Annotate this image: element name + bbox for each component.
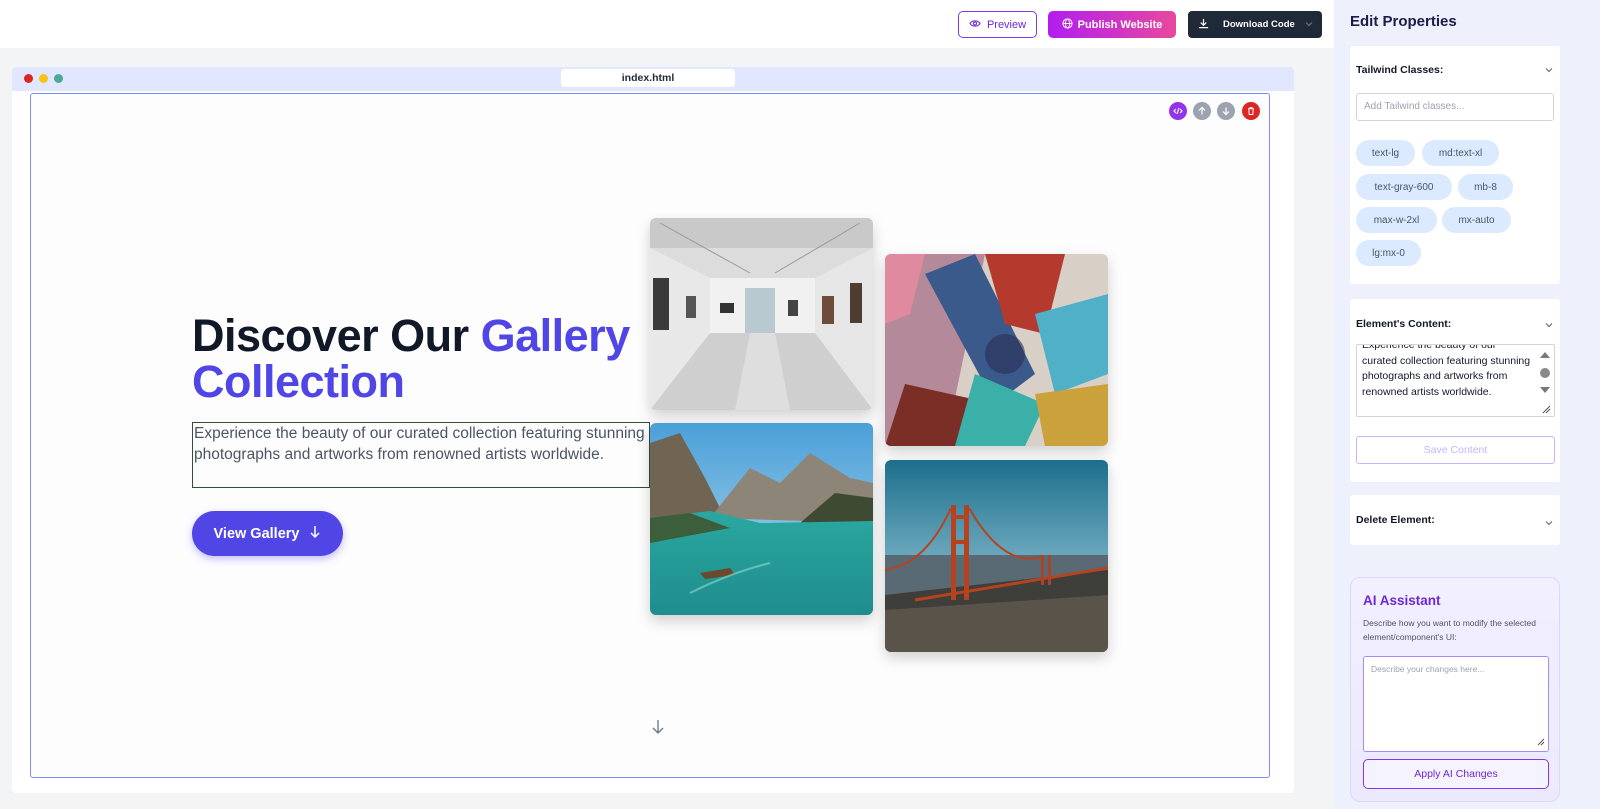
chevron-down-icon[interactable] xyxy=(1544,62,1554,80)
properties-panel: Edit Properties Tailwind Classes: Add Ta… xyxy=(1334,0,1600,809)
element-content-textarea[interactable]: Experience the beauty of our curated col… xyxy=(1356,344,1555,417)
tailwind-classes-heading: Tailwind Classes: xyxy=(1356,64,1444,76)
class-chip[interactable]: text-gray-600 xyxy=(1356,174,1452,200)
window-minimize-dot xyxy=(39,74,48,83)
save-content-button[interactable]: Save Content xyxy=(1356,436,1555,464)
ai-input-placeholder: Describe your changes here... xyxy=(1371,664,1485,674)
hero-title-main: Discover Our xyxy=(192,310,481,361)
element-content-card: Element's Content: Experience the beauty… xyxy=(1350,299,1560,482)
gallery-interior-image xyxy=(650,218,873,410)
window-close-dot xyxy=(24,74,33,83)
tailwind-class-input[interactable]: Add Tailwind classes... xyxy=(1356,93,1554,121)
ai-changes-textarea[interactable]: Describe your changes here... xyxy=(1363,656,1549,752)
ai-assistant-description: Describe how you want to modify the sele… xyxy=(1363,618,1536,642)
publish-website-button[interactable]: Publish Website xyxy=(1048,11,1176,38)
trash-icon[interactable] xyxy=(1242,102,1260,120)
tailwind-classes-card: Tailwind Classes: Add Tailwind classes..… xyxy=(1350,46,1560,284)
element-content-heading: Element's Content: xyxy=(1356,318,1452,330)
class-chip[interactable]: max-w-2xl xyxy=(1356,207,1437,233)
scrollbar[interactable] xyxy=(1538,349,1552,416)
window-maximize-dot xyxy=(54,74,63,83)
preview-button[interactable]: Preview xyxy=(958,11,1037,38)
ai-assistant-title: AI Assistant xyxy=(1363,593,1441,608)
browser-bar: index.html xyxy=(12,67,1294,91)
panel-title: Edit Properties xyxy=(1350,13,1457,30)
apply-ai-changes-button[interactable]: Apply AI Changes xyxy=(1363,759,1549,789)
paint-brushes-image xyxy=(885,254,1108,446)
delete-element-card: Delete Element: xyxy=(1350,495,1560,545)
element-content-text: Experience the beauty of our curated col… xyxy=(1362,344,1531,398)
globe-icon xyxy=(1062,17,1073,32)
file-tab[interactable]: index.html xyxy=(561,69,735,87)
delete-element-heading: Delete Element: xyxy=(1356,514,1435,526)
class-chip[interactable]: lg:mx-0 xyxy=(1356,240,1421,266)
chevron-down-icon[interactable] xyxy=(1544,515,1554,533)
hero-description[interactable]: Experience the beauty of our curated col… xyxy=(192,422,650,488)
download-code-button[interactable]: Download Code xyxy=(1188,11,1322,38)
golden-gate-bridge-image xyxy=(885,460,1108,652)
chevron-down-icon[interactable] xyxy=(1544,317,1554,335)
class-chip[interactable]: mb-8 xyxy=(1458,174,1513,200)
top-toolbar: Preview Publish Website Download Code xyxy=(0,0,1334,48)
view-gallery-label: View Gallery xyxy=(213,525,300,542)
preview-label: Preview xyxy=(986,18,1027,31)
publish-label: Publish Website xyxy=(1077,18,1163,31)
chevron-down-icon[interactable] xyxy=(1304,19,1314,32)
code-icon[interactable] xyxy=(1169,102,1187,120)
eye-icon xyxy=(969,19,981,31)
arrow-up-icon[interactable] xyxy=(1193,102,1211,120)
class-chip[interactable]: mx-auto xyxy=(1442,207,1511,233)
arrow-down-icon[interactable] xyxy=(651,719,665,740)
class-chip[interactable]: md:text-xl xyxy=(1422,140,1499,166)
download-label: Download Code xyxy=(1223,19,1295,30)
class-chip[interactable]: text-lg xyxy=(1356,140,1415,166)
download-icon xyxy=(1198,18,1209,32)
arrow-down-icon xyxy=(309,525,321,543)
view-gallery-button[interactable]: View Gallery xyxy=(192,511,343,556)
hero-title: Discover Our Gallery Collection xyxy=(192,313,662,405)
arrow-down-icon[interactable] xyxy=(1217,102,1235,120)
mountain-lake-image xyxy=(650,423,873,615)
resize-handle-icon[interactable] xyxy=(1537,738,1545,748)
ai-assistant-card: AI Assistant Describe how you want to mo… xyxy=(1350,577,1560,802)
